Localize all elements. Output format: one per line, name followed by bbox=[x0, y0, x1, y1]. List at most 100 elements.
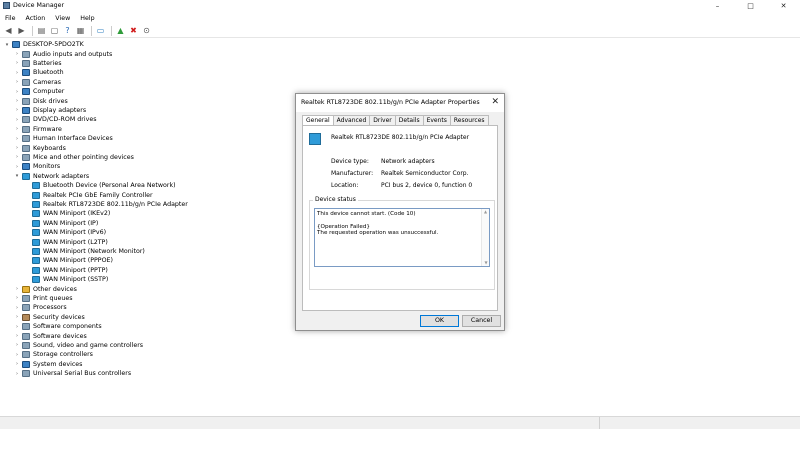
collapse-arrow-icon[interactable]: ▾ bbox=[4, 42, 10, 48]
maximize-button[interactable]: □ bbox=[734, 0, 767, 12]
expand-arrow-icon[interactable]: › bbox=[14, 154, 20, 160]
expand-arrow-icon[interactable]: › bbox=[14, 51, 20, 57]
tree-category[interactable]: › DVD/CD-ROM drives bbox=[14, 115, 97, 124]
tree-category[interactable]: › Sound, video and game controllers bbox=[14, 341, 143, 350]
tab-details[interactable]: Details bbox=[394, 115, 424, 125]
expand-arrow-icon[interactable]: › bbox=[14, 164, 20, 170]
back-arrow-icon[interactable]: ◀ bbox=[3, 25, 14, 36]
tab-driver[interactable]: Driver bbox=[369, 115, 396, 125]
device-label: WAN Miniport (PPPOE) bbox=[43, 257, 113, 265]
expand-arrow-icon[interactable]: › bbox=[14, 333, 20, 339]
tree-category[interactable]: › Software components bbox=[14, 322, 102, 331]
ok-button[interactable]: OK bbox=[420, 315, 459, 327]
category-label: Keyboards bbox=[33, 144, 66, 152]
tree-category[interactable]: › Keyboards bbox=[14, 143, 66, 152]
status-scrollbar[interactable]: ▲ ▼ bbox=[481, 209, 489, 266]
tree-category[interactable]: › Computer bbox=[14, 87, 64, 96]
expand-arrow-icon[interactable]: › bbox=[14, 98, 20, 104]
close-button[interactable]: ✕ bbox=[767, 0, 800, 12]
tree-root[interactable]: ▾ DESKTOP-5PDO2TK bbox=[4, 40, 84, 49]
cancel-button[interactable]: Cancel bbox=[462, 315, 501, 327]
tree-category[interactable]: › Storage controllers bbox=[14, 350, 93, 359]
forward-arrow-icon[interactable]: ▶ bbox=[16, 25, 27, 36]
expand-arrow-icon[interactable]: › bbox=[14, 126, 20, 132]
expand-arrow-icon[interactable]: › bbox=[14, 107, 20, 113]
tree-category[interactable]: › Display adapters bbox=[14, 106, 86, 115]
close-icon[interactable]: ✕ bbox=[491, 97, 499, 107]
expand-arrow-icon[interactable]: › bbox=[14, 89, 20, 95]
tree-category[interactable]: › Processors bbox=[14, 303, 67, 312]
expand-arrow-icon[interactable]: › bbox=[14, 136, 20, 142]
processor-icon bbox=[22, 304, 30, 312]
tree-device[interactable]: Bluetooth Device (Personal Area Network) bbox=[32, 181, 176, 190]
tree-device[interactable]: WAN Miniport (IP) bbox=[32, 219, 98, 228]
tree-device[interactable]: WAN Miniport (IKEv2) bbox=[32, 209, 110, 218]
tree-category[interactable]: ▾ Network adapters bbox=[14, 172, 89, 181]
tree-category[interactable]: › Audio inputs and outputs bbox=[14, 49, 112, 58]
tree-category[interactable]: › Print queues bbox=[14, 294, 73, 303]
expand-arrow-icon[interactable]: › bbox=[14, 295, 20, 301]
monitor-icon[interactable]: ▭ bbox=[95, 25, 106, 36]
show-hidden-icon[interactable]: ▢ bbox=[49, 25, 60, 36]
device-status-textbox[interactable]: This device cannot start. (Code 10) {Ope… bbox=[314, 208, 490, 267]
tree-category[interactable]: › Disk drives bbox=[14, 96, 68, 105]
expand-arrow-icon[interactable]: › bbox=[14, 352, 20, 358]
expand-arrow-icon[interactable]: › bbox=[14, 314, 20, 320]
expand-arrow-icon[interactable]: › bbox=[14, 286, 20, 292]
tree-category[interactable]: › Human Interface Devices bbox=[14, 134, 113, 143]
device-label: Realtek PCIe GbE Family Controller bbox=[43, 191, 153, 199]
scroll-up-icon[interactable]: ▲ bbox=[482, 209, 489, 215]
collapse-arrow-icon[interactable]: ▾ bbox=[14, 173, 20, 179]
update-driver-icon[interactable]: ▲ bbox=[115, 25, 126, 36]
scroll-down-icon[interactable]: ▼ bbox=[482, 260, 490, 266]
tab-resources[interactable]: Resources bbox=[449, 115, 489, 125]
tree-category[interactable]: › System devices bbox=[14, 360, 82, 369]
tree-category[interactable]: › Cameras bbox=[14, 78, 61, 87]
properties-icon[interactable]: ▤ bbox=[36, 25, 47, 36]
tab-events[interactable]: Events bbox=[422, 115, 451, 125]
tree-device[interactable]: Realtek RTL8723DE 802.11b/g/n PCIe Adapt… bbox=[32, 200, 188, 209]
tree-category[interactable]: › Software devices bbox=[14, 331, 87, 340]
expand-arrow-icon[interactable]: › bbox=[14, 117, 20, 123]
menu-file[interactable]: File bbox=[0, 13, 21, 24]
tree-device[interactable]: Realtek PCIe GbE Family Controller bbox=[32, 190, 153, 199]
tree-device[interactable]: WAN Miniport (IPv6) bbox=[32, 228, 106, 237]
expand-arrow-icon[interactable]: › bbox=[14, 342, 20, 348]
tree-category[interactable]: › Monitors bbox=[14, 162, 60, 171]
expand-arrow-icon[interactable]: › bbox=[14, 70, 20, 76]
help-icon[interactable]: ? bbox=[62, 25, 73, 36]
details-icon[interactable]: ▦ bbox=[75, 25, 86, 36]
category-label: Software components bbox=[33, 323, 102, 331]
menu-view[interactable]: View bbox=[50, 13, 75, 24]
expand-arrow-icon[interactable]: › bbox=[14, 361, 20, 367]
tab-advanced[interactable]: Advanced bbox=[332, 115, 371, 125]
expand-arrow-icon[interactable]: › bbox=[14, 60, 20, 66]
tree-category[interactable]: › Bluetooth bbox=[14, 68, 64, 77]
enable-device-icon[interactable]: ⊙ bbox=[141, 25, 152, 36]
expand-arrow-icon[interactable]: › bbox=[14, 305, 20, 311]
tree-category[interactable]: › Other devices bbox=[14, 284, 77, 293]
expand-arrow-icon[interactable]: › bbox=[14, 371, 20, 377]
tree-device[interactable]: WAN Miniport (SSTP) bbox=[32, 275, 108, 284]
tree-category[interactable]: › Batteries bbox=[14, 59, 61, 68]
expand-arrow-icon[interactable]: › bbox=[14, 79, 20, 85]
category-label: Software devices bbox=[33, 332, 87, 340]
uninstall-icon[interactable]: ✖ bbox=[128, 25, 139, 36]
category-label: Firmware bbox=[33, 125, 62, 133]
network-adapter-icon bbox=[32, 219, 40, 227]
minimize-button[interactable]: – bbox=[701, 0, 734, 12]
tree-device[interactable]: WAN Miniport (PPPOE) bbox=[32, 256, 113, 265]
expand-arrow-icon[interactable]: › bbox=[14, 324, 20, 330]
network-adapter-icon bbox=[32, 266, 40, 274]
tree-category[interactable]: › Security devices bbox=[14, 313, 85, 322]
tree-device[interactable]: WAN Miniport (L2TP) bbox=[32, 237, 108, 246]
expand-arrow-icon[interactable]: › bbox=[14, 145, 20, 151]
system-device-icon bbox=[22, 360, 30, 368]
menu-action[interactable]: Action bbox=[21, 13, 51, 24]
tree-category[interactable]: › Mice and other pointing devices bbox=[14, 153, 134, 162]
tree-category[interactable]: › Firmware bbox=[14, 125, 62, 134]
tree-device[interactable]: WAN Miniport (PPTP) bbox=[32, 266, 108, 275]
tree-device[interactable]: WAN Miniport (Network Monitor) bbox=[32, 247, 145, 256]
tree-category[interactable]: › Universal Serial Bus controllers bbox=[14, 369, 131, 378]
menu-help[interactable]: Help bbox=[75, 13, 99, 24]
